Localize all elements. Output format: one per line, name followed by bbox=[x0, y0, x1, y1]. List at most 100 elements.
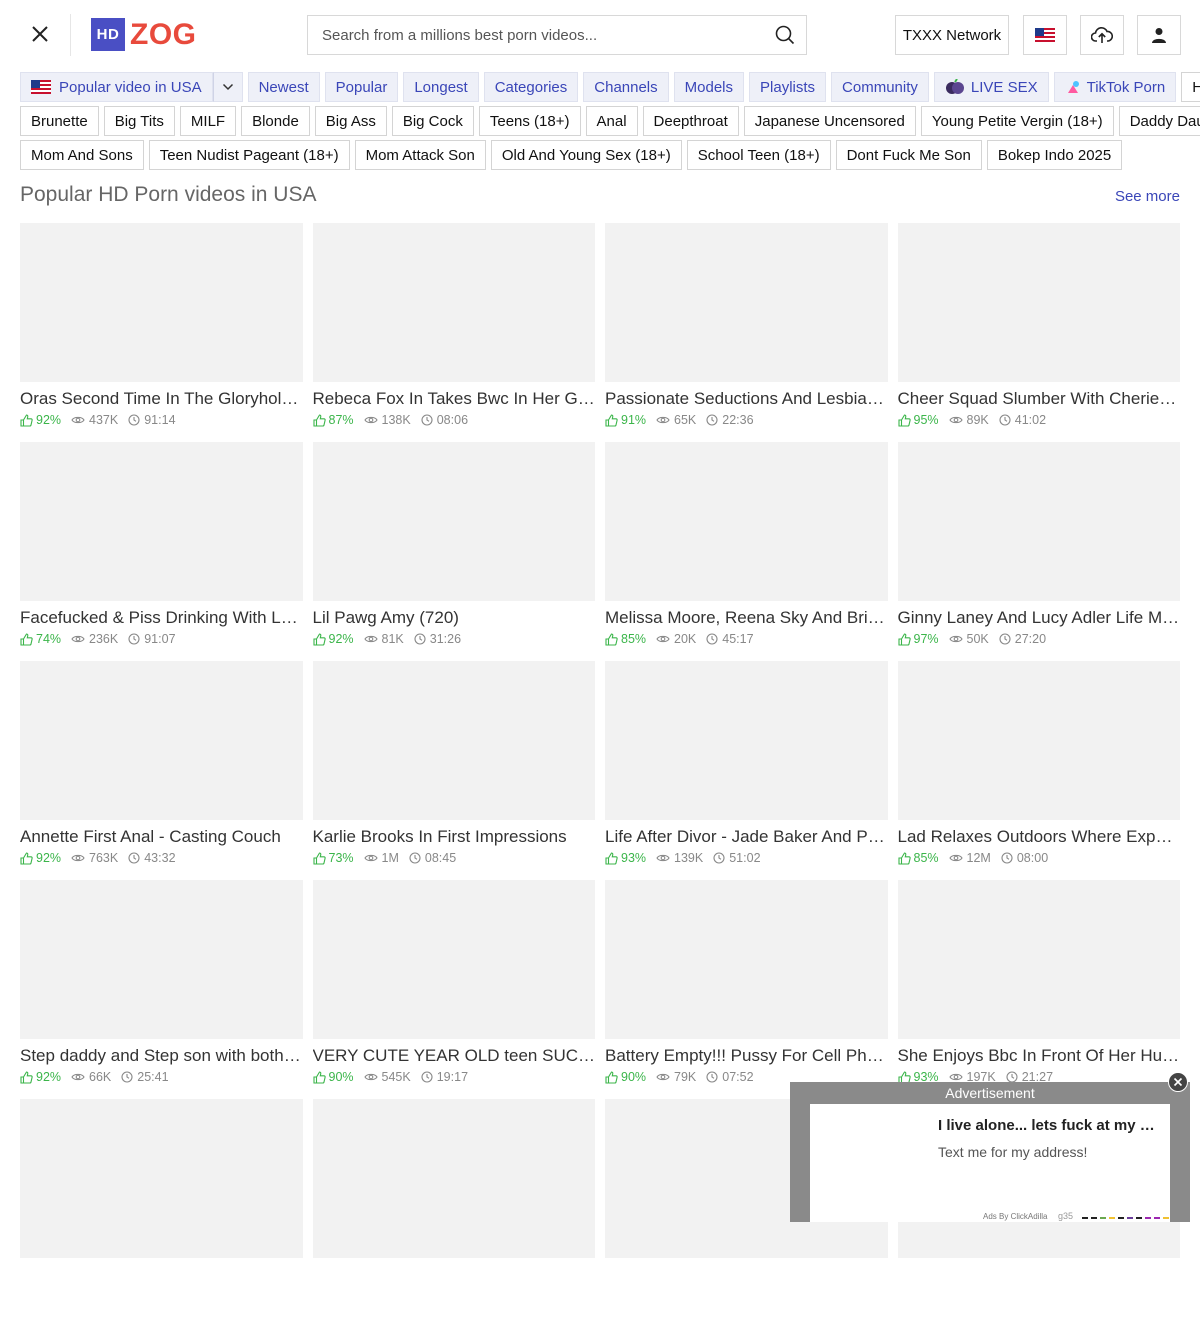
video-card[interactable]: Step daddy and Step son with both cocks 9… bbox=[20, 880, 303, 1099]
nav-longest[interactable]: Longest bbox=[403, 72, 479, 102]
video-card[interactable]: Karlie Brooks In First Impressions 73% 1M 0… bbox=[312, 661, 596, 880]
video-thumbnail[interactable] bbox=[312, 1099, 595, 1258]
tag-chip[interactable]: School Teen (18+) bbox=[686, 140, 831, 170]
video-title[interactable]: Karlie Brooks In First Impressions bbox=[313, 827, 596, 847]
video-thumbnail[interactable] bbox=[20, 442, 303, 601]
video-card[interactable] bbox=[312, 1099, 595, 1318]
video-thumbnail[interactable] bbox=[312, 223, 595, 382]
video-card[interactable]: VERY CUTE YEAR OLD teen SUCKING DICK 90% 5… bbox=[312, 880, 596, 1099]
site-logo[interactable]: HD ZOG bbox=[91, 18, 197, 51]
tag-chip[interactable]: Big Cock bbox=[391, 106, 474, 136]
search-button[interactable] bbox=[764, 16, 806, 54]
network-button[interactable]: TXXX Network bbox=[895, 15, 1009, 55]
tag-chip[interactable]: Big Tits bbox=[103, 106, 175, 136]
video-thumbnail[interactable] bbox=[605, 223, 888, 382]
country-selector[interactable]: Popular video in USA bbox=[20, 72, 213, 102]
tag-chip[interactable]: MILF bbox=[179, 106, 237, 136]
video-card[interactable] bbox=[20, 1099, 303, 1318]
tag-chip[interactable]: Blonde bbox=[241, 106, 310, 136]
video-thumbnail[interactable] bbox=[20, 223, 303, 382]
video-thumbnail[interactable] bbox=[897, 880, 1180, 1039]
video-title[interactable]: She Enjoys Bbc In Front Of Her Husband bbox=[898, 1046, 1181, 1066]
video-card[interactable]: Annette First Anal - Casting Couch 92% 763… bbox=[20, 661, 303, 880]
video-title[interactable]: Life After Divor - Jade Baker And Peter … bbox=[605, 827, 888, 847]
tag-chip[interactable]: Old And Young Sex (18+) bbox=[490, 140, 682, 170]
video-thumbnail[interactable] bbox=[312, 661, 595, 820]
account-button[interactable] bbox=[1137, 15, 1181, 55]
video-title[interactable]: Lil Pawg Amy (720) bbox=[313, 608, 596, 628]
video-title[interactable]: Rebeca Fox In Takes Bwc In Her Gritty Ho… bbox=[313, 389, 596, 409]
video-duration-value: 41:02 bbox=[1014, 413, 1047, 427]
tag-chip[interactable]: Mom And Sons bbox=[20, 140, 144, 170]
tag-chip[interactable]: Brunette bbox=[20, 106, 99, 136]
nav-community[interactable]: Community bbox=[831, 72, 929, 102]
tag-chip[interactable]: Japanese Uncensored bbox=[743, 106, 916, 136]
video-card[interactable]: Oras Second Time In The Gloryhole - Glor… bbox=[20, 223, 303, 442]
nav-playlists[interactable]: Playlists bbox=[749, 72, 827, 102]
video-thumbnail[interactable] bbox=[897, 661, 1180, 820]
country-dropdown-toggle[interactable] bbox=[212, 72, 243, 102]
video-thumbnail[interactable] bbox=[605, 442, 888, 601]
video-card[interactable]: Rebeca Fox In Takes Bwc In Her Gritty Ho… bbox=[312, 223, 596, 442]
video-card[interactable]: Lil Pawg Amy (720) 92% 81K 31:26 bbox=[312, 442, 596, 661]
upload-button[interactable] bbox=[1080, 15, 1124, 55]
video-thumbnail[interactable] bbox=[20, 880, 303, 1039]
video-title[interactable]: Step daddy and Step son with both cocks bbox=[20, 1046, 303, 1066]
tag-chip[interactable]: Deepthroat bbox=[642, 106, 739, 136]
see-more-link[interactable]: See more bbox=[1115, 188, 1180, 205]
video-thumbnail[interactable] bbox=[605, 661, 888, 820]
video-thumbnail[interactable] bbox=[897, 223, 1180, 382]
video-title[interactable]: Lad Relaxes Outdoors Where Experienced L… bbox=[898, 827, 1181, 847]
video-title[interactable]: Passionate Seductions And Lesbian Pleasu… bbox=[605, 389, 888, 409]
close-button[interactable] bbox=[24, 18, 56, 50]
tag-chip[interactable]: Daddy Daughter bbox=[1118, 106, 1200, 136]
nav-popular[interactable]: Popular bbox=[324, 72, 399, 102]
tag-chip[interactable]: Teen Nudist Pageant (18+) bbox=[148, 140, 350, 170]
video-thumbnail[interactable] bbox=[312, 880, 595, 1039]
video-thumbnail[interactable] bbox=[605, 880, 888, 1039]
ad-close-button[interactable] bbox=[1168, 1072, 1188, 1092]
nav-live-sex[interactable]: LIVE SEX bbox=[933, 72, 1049, 102]
video-views: 50K bbox=[948, 632, 989, 646]
video-title[interactable]: VERY CUTE YEAR OLD teen SUCKING DICK bbox=[313, 1046, 596, 1066]
video-card[interactable]: Passionate Seductions And Lesbian Pleasu… bbox=[605, 223, 888, 442]
video-card[interactable]: Battery Empty!!! Pussy For Cell Phone Ch… bbox=[605, 880, 888, 1099]
clock-icon bbox=[409, 852, 421, 864]
video-thumbnail[interactable] bbox=[20, 661, 303, 820]
tag-chip[interactable]: Teens (18+) bbox=[478, 106, 581, 136]
nav-tiktok-porn[interactable]: TikTok Porn bbox=[1053, 72, 1177, 102]
tag-chip[interactable]: Mom Attack Son bbox=[354, 140, 486, 170]
tag-chip[interactable]: Bokep Indo 2025 bbox=[986, 140, 1123, 170]
video-card[interactable]: Melissa Moore, Reena Sky And Brianna Lov… bbox=[605, 442, 888, 661]
video-title[interactable]: Facefucked & Piss Drinking With Lana Rho… bbox=[20, 608, 303, 628]
site-header: HD ZOG TXXX Network bbox=[0, 0, 1200, 70]
video-thumbnail[interactable] bbox=[20, 1099, 303, 1258]
video-card[interactable]: Lad Relaxes Outdoors Where Experienced L… bbox=[897, 661, 1181, 880]
video-title[interactable]: Battery Empty!!! Pussy For Cell Phone Ch… bbox=[605, 1046, 888, 1066]
tag-chip[interactable]: Young Petite Vergin (18+) bbox=[920, 106, 1114, 136]
search-input[interactable] bbox=[308, 16, 764, 54]
nav-categories[interactable]: Categories bbox=[483, 72, 579, 102]
ad-title[interactable]: I live alone... lets fuck at my place bbox=[938, 1117, 1162, 1134]
country-flag-button[interactable] bbox=[1023, 15, 1067, 55]
nav-models[interactable]: Models bbox=[673, 72, 745, 102]
tag-chip[interactable]: Dont Fuck Me Son bbox=[835, 140, 982, 170]
video-title[interactable]: Oras Second Time In The Gloryhole - Glor… bbox=[20, 389, 303, 409]
nav-hd[interactable]: HD bbox=[1181, 72, 1200, 102]
nav-channels[interactable]: Channels bbox=[583, 72, 669, 102]
video-title[interactable]: Ginny Laney And Lucy Adler Life Matte bbox=[898, 608, 1181, 628]
video-thumbnail[interactable] bbox=[897, 442, 1180, 601]
video-card[interactable]: She Enjoys Bbc In Front Of Her Husband 93… bbox=[897, 880, 1181, 1099]
video-card[interactable]: Cheer Squad Slumber With Cherie DeVille 9… bbox=[897, 223, 1181, 442]
video-card[interactable]: Ginny Laney And Lucy Adler Life Matte 97%… bbox=[897, 442, 1181, 661]
ad-content[interactable]: I live alone... lets fuck at my place Te… bbox=[810, 1104, 1170, 1222]
video-title[interactable]: Cheer Squad Slumber With Cherie DeVille bbox=[898, 389, 1181, 409]
tag-chip[interactable]: Big Ass bbox=[314, 106, 387, 136]
video-title[interactable]: Melissa Moore, Reena Sky And Brianna Lov… bbox=[605, 608, 888, 628]
video-title[interactable]: Annette First Anal - Casting Couch bbox=[20, 827, 303, 847]
video-thumbnail[interactable] bbox=[312, 442, 595, 601]
nav-newest[interactable]: Newest bbox=[247, 72, 320, 102]
video-card[interactable]: Life After Divor - Jade Baker And Peter … bbox=[605, 661, 888, 880]
tag-chip[interactable]: Anal bbox=[585, 106, 638, 136]
video-card[interactable]: Facefucked & Piss Drinking With Lana Rho… bbox=[20, 442, 303, 661]
